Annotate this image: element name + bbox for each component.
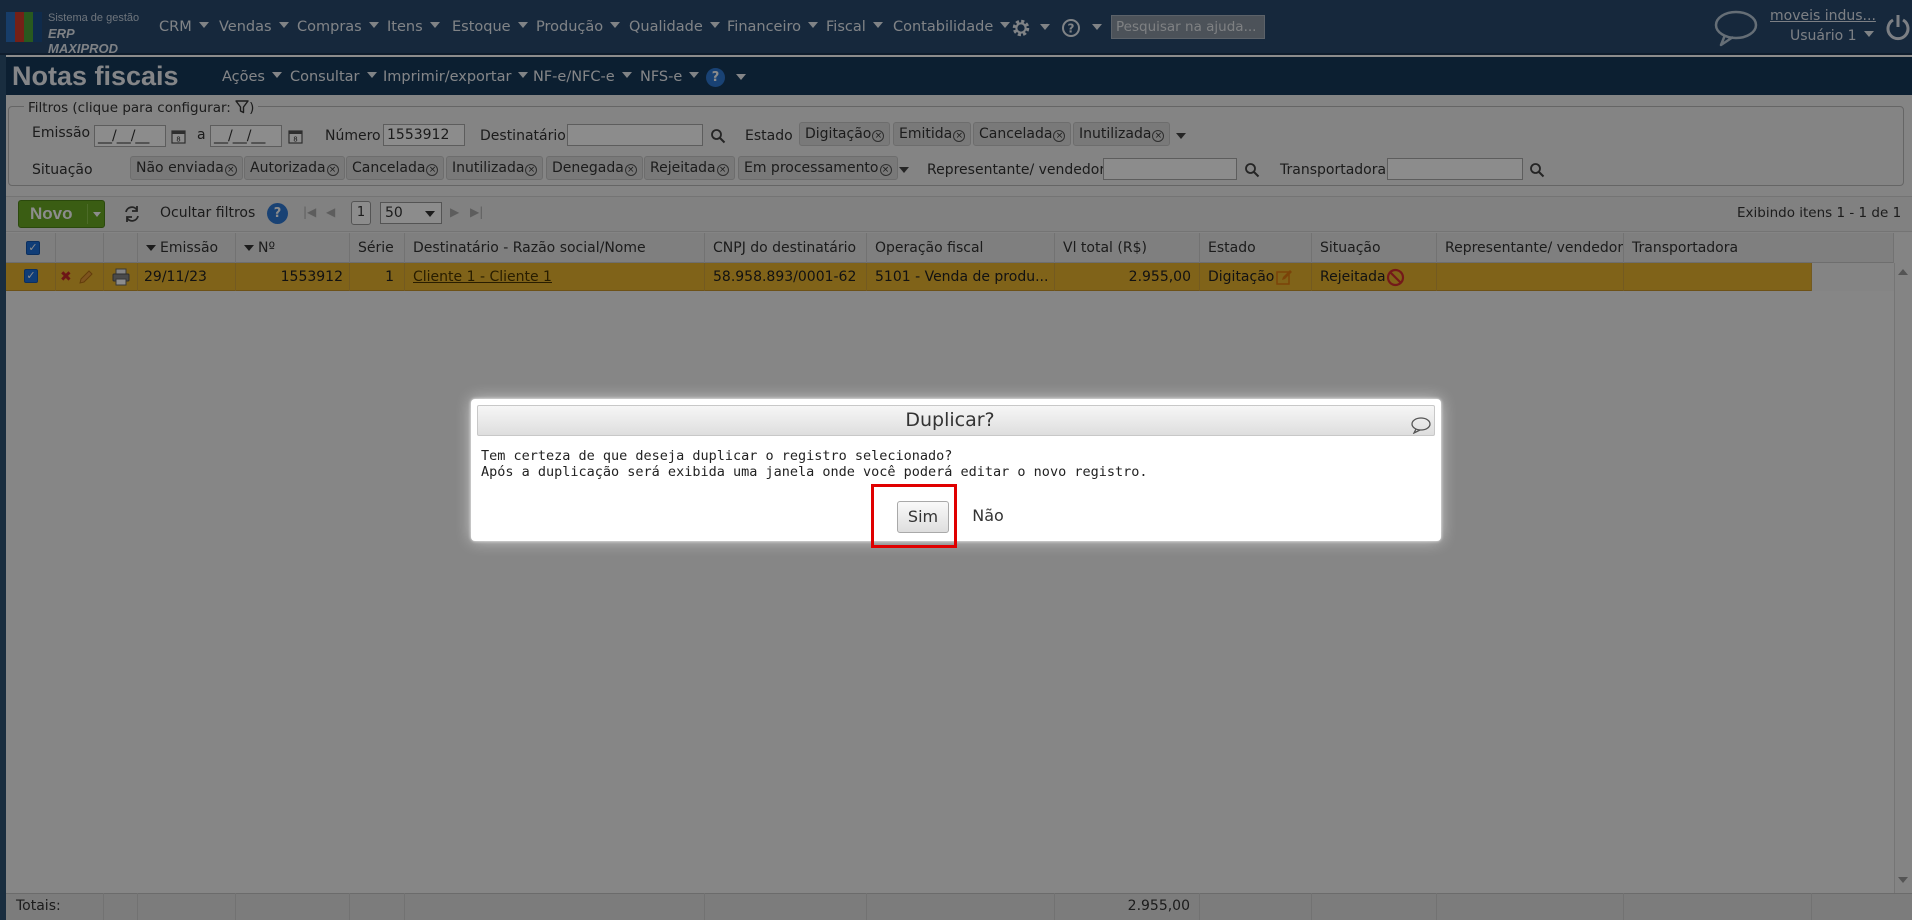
app-window: Sistema de gestão ERP MAXIPROD CRM Venda… (0, 0, 1912, 920)
highlight-box (871, 484, 957, 548)
no-button[interactable]: Não (963, 501, 1013, 533)
dialog-message: Tem certeza de que deseja duplicar o reg… (481, 448, 1147, 480)
dialog-title: Duplicar? (905, 409, 995, 431)
dialog-message-line: Após a duplicação será exibida uma janel… (481, 464, 1148, 480)
dialog-message-line: Tem certeza de que deseja duplicar o reg… (481, 448, 953, 464)
